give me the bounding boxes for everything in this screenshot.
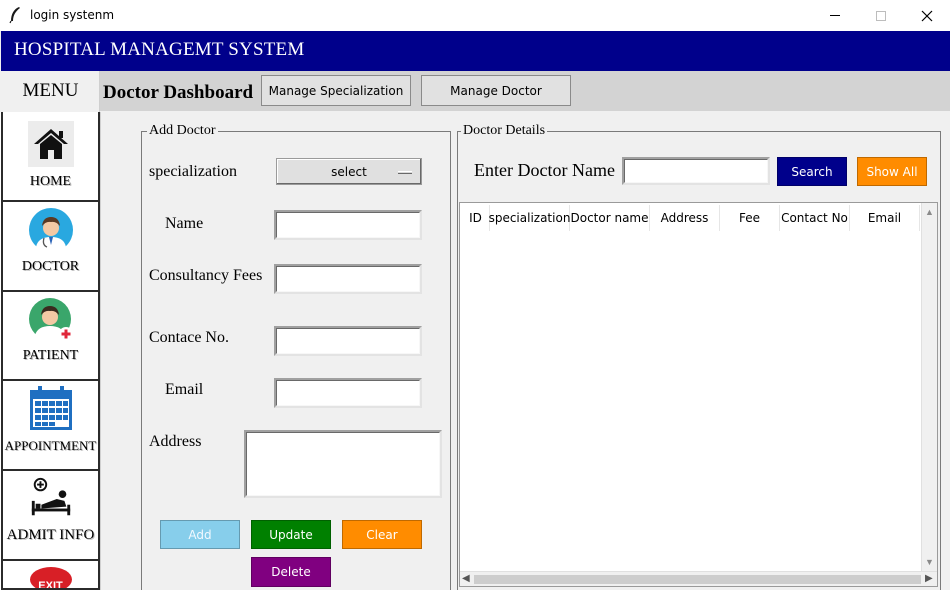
sidebar-item-patient[interactable]: PATIENT [1,292,100,381]
update-button[interactable]: Update [251,520,331,549]
scroll-down-icon[interactable]: ▼ [925,557,934,567]
feather-icon [9,7,20,24]
scroll-up-icon[interactable]: ▲ [925,207,934,217]
search-button[interactable]: Search [777,157,847,186]
scroll-left-icon[interactable]: ◀ [462,573,470,584]
email-label: Email [165,381,204,398]
add-button[interactable]: Add [160,520,240,549]
doctor-details-title: Doctor Details [461,123,548,139]
clear-button[interactable]: Clear [342,520,422,549]
column-header-doctor-name[interactable]: Doctor name [570,205,650,231]
sidebar-item-admit-info[interactable]: ADMIT INFO [1,471,100,561]
column-header-address[interactable]: Address [650,205,720,231]
menu-label: MENU [22,80,79,101]
scrollbar-thumb[interactable] [474,575,921,584]
hospital-bed-icon [28,475,74,521]
column-header-id[interactable]: ID [462,205,490,231]
email-field[interactable] [274,378,422,408]
address-label: Address [149,433,202,450]
column-header-email[interactable]: Email [850,205,920,231]
name-field[interactable] [274,210,422,240]
doctor-table[interactable]: ID specialization Doctor name Address Fe… [459,202,938,587]
consultancy-fees-label: Consultancy Fees [149,267,263,284]
sidebar-item-label: HOME [29,174,72,189]
calendar-icon [28,386,74,432]
scroll-right-icon[interactable]: ▶ [925,573,933,584]
window-title: login systenm [30,8,115,22]
horizontal-scrollbar[interactable]: ◀ ▶ [460,571,937,586]
close-button[interactable] [904,0,950,31]
dropdown-indicator-icon [398,171,412,174]
address-textarea[interactable] [244,430,442,498]
minimize-button[interactable] [812,0,858,31]
app-header: HOSPITAL MANAGEMT SYSTEM [1,31,950,71]
contact-field[interactable] [274,326,422,356]
minimize-icon [830,15,840,16]
sidebar-item-label: APPOINTMENT [4,438,97,453]
contact-label: Contace No. [149,329,229,346]
home-icon [27,121,74,167]
sidebar-item-appointment[interactable]: APPOINTMENT [1,381,100,471]
app-header-title: HOSPITAL MANAGEMT SYSTEM [14,39,305,60]
search-label: Enter Doctor Name [474,160,615,180]
name-label: Name [165,215,204,232]
sidebar-item-label: ADMIT INFO [6,527,95,543]
sidebar-item-doctor[interactable]: DOCTOR [1,202,100,292]
page-title: Doctor Dashboard [103,82,254,103]
manage-doctor-button[interactable]: Manage Doctor [421,75,571,106]
sidebar-item-label: DOCTOR [21,259,80,274]
manage-specialization-button[interactable]: Manage Specialization [261,75,411,106]
exit-icon: EXIT [29,567,72,588]
column-header-specialization[interactable]: specialization [489,205,570,231]
show-all-button[interactable]: Show All [857,157,927,186]
patient-icon [28,297,74,343]
column-header-fee[interactable]: Fee [720,205,780,231]
sidebar-item-home[interactable]: HOME [1,112,100,202]
consultancy-fees-field[interactable] [274,264,422,294]
close-icon [921,10,933,21]
specialization-label: specialization [149,163,237,180]
maximize-button[interactable] [858,0,904,31]
delete-button[interactable]: Delete [251,557,331,587]
add-doctor-title: Add Doctor [147,123,218,139]
column-header-contact-no[interactable]: Contact No [780,205,850,231]
window-title-bar: login systenm [0,0,950,31]
sidebar-item-exit[interactable]: EXIT [1,561,100,590]
sidebar-item-label: PATIENT [22,348,79,363]
vertical-scrollbar[interactable]: ▲ ▼ [921,203,937,571]
menu-header: MENU [1,71,100,112]
maximize-icon [876,10,886,21]
specialization-select[interactable]: select [276,158,422,185]
doctor-icon [28,207,74,253]
doctor-search-input[interactable] [622,157,770,185]
